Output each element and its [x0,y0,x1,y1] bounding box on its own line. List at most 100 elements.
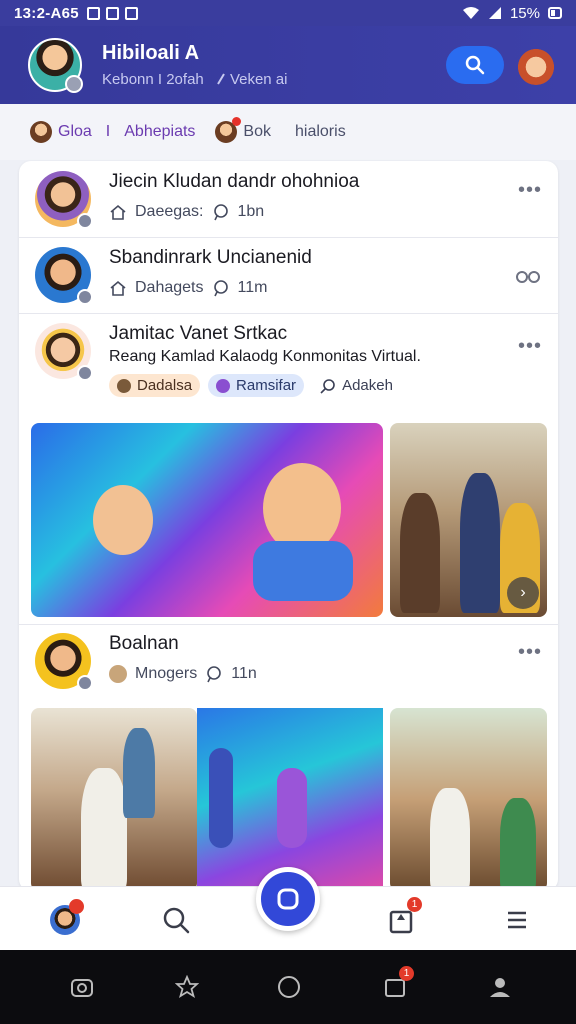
list-item-title: Jiecin Kludan dandr ohohnioa [109,171,360,192]
feed-card: Jiecin Kludan dandr ohohnioa Daeegas: 1b… [19,161,558,891]
filter-label: hialoris [295,123,346,140]
list-item-count: 11m [237,279,268,296]
sys-account-button[interactable] [485,972,515,1002]
chip-avatar [109,665,127,683]
signal-icon [488,7,501,19]
sys-recents-button[interactable]: 1 [380,966,414,1002]
tag-chip[interactable]: Adakeh [312,374,401,397]
link-icon[interactable] [514,269,542,285]
camera-icon [71,979,93,997]
filter-chip-bok[interactable]: Bok [215,117,271,143]
list-item[interactable]: Jamitac Vanet Srtkac Reang Kamlad Kalaod… [19,323,558,397]
avatar [35,247,93,305]
next-arrow-icon[interactable]: › [507,577,539,609]
chip-avatar [215,121,238,143]
nav-notifications[interactable]: 1 [384,897,422,937]
create-button[interactable] [256,867,320,931]
notification-badge [69,899,84,914]
list-item-text: Boalnan Mnogers 11n [109,633,518,683]
divider [19,313,558,314]
tag-chip[interactable]: Dadalsa [109,374,201,397]
list-item-meta-label: Daeegas: [135,203,204,220]
bottom-nav: 1 [0,867,576,950]
post-image[interactable] [31,423,383,617]
filter-divider: I [105,123,111,140]
status-indicator-icon [77,365,93,381]
status-indicator-icon [77,213,93,229]
avatar [35,323,93,381]
app-header: Hibiloali A Kebonn I 2ofah Veken ai [0,26,576,104]
more-options-icon[interactable]: ••• [518,179,542,202]
photo-person [123,728,155,818]
person-icon [490,978,510,997]
header-subtitle: Kebonn I 2ofah Veken ai [102,71,287,88]
avatar [50,899,84,935]
system-nav-bar: 1 [0,950,576,1024]
filter-chip-gloa[interactable]: Gloa [30,121,92,143]
filter-label: Gloa [58,123,92,140]
page-title: Hibiloali A [102,42,200,64]
home-icon [110,280,126,296]
post-image[interactable] [197,708,383,891]
search-icon [465,55,485,75]
list-item-text: Jamitac Vanet Srtkac Reang Kamlad Kalaod… [109,323,518,397]
list-item-meta: Dahagets 11m [109,279,514,297]
wifi-icon [462,7,479,19]
search-icon [320,378,335,394]
sys-camera-button[interactable] [67,972,97,1002]
chip-avatar [30,121,52,143]
list-item[interactable]: Boalnan Mnogers 11n ••• [19,633,558,691]
list-item-title: Jamitac Vanet Srtkac [109,323,288,344]
photo-person [500,798,536,891]
cartoon-figure [209,748,233,848]
list-item[interactable]: Jiecin Kludan dandr ohohnioa Daeegas: 1b… [19,171,558,229]
nav-menu[interactable] [500,903,534,937]
divider [19,624,558,625]
avatar [35,171,93,229]
tag-chip[interactable]: Ramsifar [208,374,305,397]
filter-chip-abhepiats[interactable]: Abhepiats [124,123,195,141]
post-image[interactable]: › [390,423,547,617]
list-item-text: Sbandinrark Uncianenid Dahagets 11m [109,247,514,297]
notification-icon [124,6,138,20]
nav-profile[interactable] [48,899,84,937]
list-item[interactable]: Sbandinrark Uncianenid Dahagets 11m [19,247,558,305]
nav-search[interactable] [159,903,193,937]
status-bar: 13:2-A65 15% [0,0,576,26]
list-item-meta-label: Dahagets [135,279,204,296]
square-rounded-icon [277,888,299,910]
tag-avatar [117,378,131,393]
status-indicator-icon [65,75,83,93]
home-circle-icon [278,976,300,998]
profile-avatar[interactable] [516,45,556,85]
list-item-count: 1bn [237,203,265,220]
notification-icon [86,6,100,20]
user-avatar[interactable] [28,38,83,93]
notification-badge: 1 [399,966,414,981]
list-item-count: 11n [231,665,257,682]
list-item-meta: Mnogers 11n [109,665,518,683]
subtitle-right: Veken ai [216,71,287,88]
sys-home-button[interactable] [274,972,304,1002]
filter-chip-hialoris[interactable]: hialoris [295,123,346,141]
search-icon [163,907,190,934]
more-options-icon[interactable]: ••• [518,335,542,358]
post-image[interactable] [390,708,547,891]
menu-icon [508,911,526,929]
notification-icon [105,6,119,20]
list-item-meta-label: Mnogers [135,665,198,682]
list-item-title: Sbandinrark Uncianenid [109,247,312,268]
list-item-text: Jiecin Kludan dandr ohohnioa Daeegas: 1b… [109,171,518,221]
pin-icon [216,73,225,85]
comment-icon [213,280,228,297]
avatar [35,633,93,691]
status-indicator-icon [77,675,93,691]
sys-star-button[interactable] [172,972,202,1002]
more-options-icon[interactable]: ••• [518,641,542,664]
cartoon-figure [93,485,153,555]
search-button[interactable] [446,46,504,84]
star-icon [175,975,199,998]
chip-avatar-with-badge [215,117,242,143]
list-item-meta: Daeegas: 1bn [109,203,518,221]
post-image[interactable] [31,708,197,891]
